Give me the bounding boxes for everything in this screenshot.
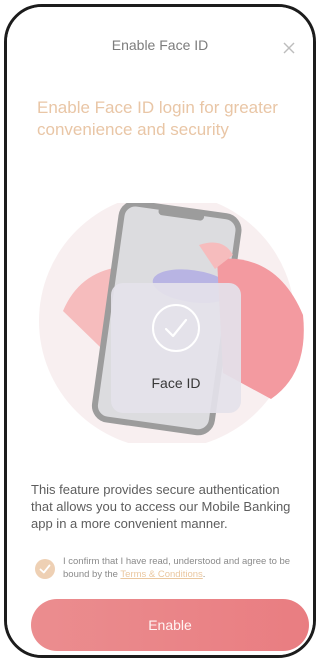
close-icon <box>283 42 295 54</box>
consent-checkbox[interactable] <box>35 559 55 579</box>
headline: Enable Face ID login for greater conveni… <box>37 98 278 139</box>
feature-description: This feature provides secure authenticat… <box>31 482 291 531</box>
consent-text-after: . <box>202 569 206 580</box>
modal-title: Enable Face ID <box>111 37 209 53</box>
face-id-card: Face ID <box>111 283 241 413</box>
face-id-label: Face ID <box>151 375 201 391</box>
modal-screen: Enable Face ID Enable Face ID login for … <box>7 7 313 655</box>
consent-text: I confirm that I have read, understood a… <box>63 555 301 581</box>
device-frame: Enable Face ID Enable Face ID login for … <box>4 4 316 658</box>
consent-row: I confirm that I have read, understood a… <box>31 555 301 583</box>
enable-button[interactable]: Enable <box>31 599 309 651</box>
checkmark-icon <box>39 564 51 574</box>
face-id-check-icon <box>152 304 200 352</box>
close-button[interactable] <box>281 40 297 56</box>
terms-conditions-link[interactable]: Terms & Conditions <box>120 569 202 580</box>
